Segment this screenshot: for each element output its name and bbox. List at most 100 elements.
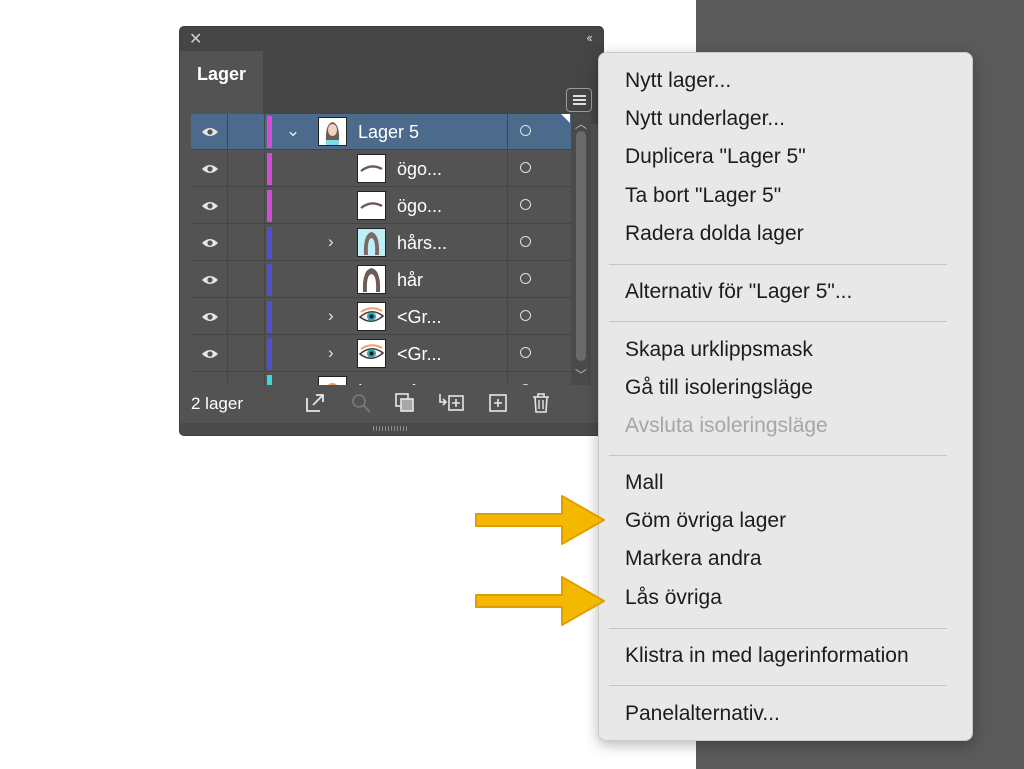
menu-item-make-clipping-mask[interactable]: Skapa urklippsmask <box>625 338 813 362</box>
export-icon[interactable] <box>304 392 326 419</box>
panel-footer: 2 lager <box>180 385 603 423</box>
eye-icon <box>201 125 219 143</box>
menu-item-lock-others[interactable]: Lås övriga <box>625 586 722 610</box>
target-circle-icon[interactable] <box>520 236 531 247</box>
selection-corner-mark <box>561 114 570 123</box>
target-cell[interactable] <box>507 262 571 298</box>
layers-panel: ✕ ‹‹ Lager ⌄ Lager 5 ögo... ögo... › hårs... h… <box>180 27 603 435</box>
layer-row[interactable]: ögo... <box>191 188 571 224</box>
menu-item-new-layer[interactable]: Nytt lager... <box>625 69 731 93</box>
menu-separator <box>609 628 947 629</box>
lock-toggle[interactable] <box>228 225 265 261</box>
clipping-mask-icon[interactable] <box>394 392 416 419</box>
collapse-icon[interactable]: ‹‹ <box>586 30 593 45</box>
layer-name[interactable]: ögo... <box>397 159 442 180</box>
target-circle-icon[interactable] <box>520 347 531 358</box>
menu-item-exit-isolation-mode: Avsluta isoleringsläge <box>625 414 828 437</box>
lock-toggle[interactable] <box>228 373 265 385</box>
new-layer-icon[interactable] <box>487 392 509 419</box>
layer-row[interactable]: ⌄ Lager 5 <box>191 114 571 150</box>
chevron-down-icon[interactable]: ﹀ <box>575 366 587 383</box>
menu-separator <box>609 455 947 456</box>
eye-icon <box>201 236 219 254</box>
menu-item-paste-remembers-layers[interactable]: Klistra in med lagerinformation <box>625 644 909 668</box>
menu-separator <box>609 264 947 265</box>
lock-toggle[interactable] <box>228 262 265 298</box>
menu-item-hide-others[interactable]: Göm övriga lager <box>625 509 786 533</box>
layer-row[interactable]: › hårs... <box>191 225 571 261</box>
menu-separator <box>609 685 947 686</box>
layer-list-scrollbar[interactable]: ︿ ﹀ <box>571 113 591 385</box>
close-icon[interactable]: ✕ <box>189 29 202 49</box>
layer-row[interactable]: › <Gr... <box>191 299 571 335</box>
menu-item-duplicate-layer[interactable]: Duplicera "Lager 5" <box>625 145 806 169</box>
visibility-toggle[interactable] <box>191 336 228 372</box>
target-circle-icon[interactable] <box>520 125 531 136</box>
visibility-toggle[interactable] <box>191 262 228 298</box>
panel-resize-grip[interactable] <box>180 423 603 435</box>
layer-name[interactable]: hårs... <box>397 233 447 254</box>
menu-item-layer-options[interactable]: Alternativ för "Lager 5"... <box>625 280 852 304</box>
target-circle-icon[interactable] <box>520 162 531 173</box>
layer-row[interactable]: › <Gr... <box>191 336 571 372</box>
layer-name[interactable]: <Gr... <box>397 307 442 328</box>
chevron-down-icon[interactable]: ⌄ <box>286 121 300 141</box>
panel-context-menu: Nytt lager... Nytt underlager... Duplicera… <box>598 52 973 741</box>
visibility-toggle[interactable] <box>191 188 228 224</box>
layer-color-bar <box>267 153 272 185</box>
target-circle-icon[interactable] <box>520 310 531 321</box>
menu-item-delete-hidden-layers[interactable]: Radera dolda lager <box>625 222 804 246</box>
menu-item-delete-layer[interactable]: Ta bort "Lager 5" <box>625 184 781 208</box>
menu-item-template[interactable]: Mall <box>625 471 664 495</box>
eye-icon <box>201 347 219 365</box>
layer-thumbnail <box>357 302 386 331</box>
visibility-toggle[interactable] <box>191 299 228 335</box>
layer-row[interactable]: ›Lager 1 <box>191 373 571 385</box>
layer-thumbnail <box>357 265 386 294</box>
lock-toggle[interactable] <box>228 114 265 150</box>
menu-item-new-sublayer[interactable]: Nytt underlager... <box>625 107 785 131</box>
layer-row[interactable]: hår <box>191 262 571 298</box>
lock-toggle[interactable] <box>228 151 265 187</box>
layer-thumbnail <box>357 228 386 257</box>
visibility-toggle[interactable] <box>191 114 228 150</box>
eye-icon <box>201 273 219 291</box>
menu-item-enter-isolation-mode[interactable]: Gå till isoleringsläge <box>625 376 813 400</box>
layer-color-bar <box>267 264 272 296</box>
panel-menu-button[interactable] <box>566 88 592 112</box>
target-cell[interactable] <box>507 151 571 187</box>
target-cell[interactable] <box>507 225 571 261</box>
lock-toggle[interactable] <box>228 299 265 335</box>
annotation-arrow-lock-others <box>475 576 605 626</box>
search-icon <box>350 392 372 419</box>
chevron-right-icon[interactable]: › <box>328 232 334 252</box>
layer-name[interactable]: ögo... <box>397 196 442 217</box>
chevron-up-icon[interactable]: ︿ <box>575 115 587 132</box>
target-cell[interactable] <box>507 373 571 385</box>
layer-thumbnail <box>318 376 347 385</box>
visibility-toggle[interactable] <box>191 151 228 187</box>
target-cell[interactable] <box>507 299 571 335</box>
chevron-right-icon[interactable]: › <box>328 306 334 326</box>
scrollbar-thumb[interactable] <box>576 131 586 361</box>
lock-toggle[interactable] <box>228 188 265 224</box>
lock-toggle[interactable] <box>228 336 265 372</box>
menu-item-select-others[interactable]: Markera andra <box>625 547 762 571</box>
visibility-toggle[interactable] <box>191 225 228 261</box>
trash-icon[interactable] <box>530 392 552 419</box>
target-cell[interactable] <box>507 336 571 372</box>
layer-row[interactable]: ögo... <box>191 151 571 187</box>
layer-count: 2 lager <box>191 394 243 413</box>
new-sublayer-icon[interactable] <box>436 392 466 419</box>
target-circle-icon[interactable] <box>520 199 531 210</box>
visibility-toggle[interactable] <box>191 373 228 385</box>
layer-name[interactable]: Lager 5 <box>358 122 419 143</box>
layer-name[interactable]: hår <box>397 270 423 291</box>
layer-name[interactable]: <Gr... <box>397 344 442 365</box>
chevron-right-icon[interactable]: › <box>328 343 334 363</box>
target-cell[interactable] <box>507 188 571 224</box>
layer-color-bar <box>267 116 272 148</box>
target-circle-icon[interactable] <box>520 273 531 284</box>
menu-item-panel-options[interactable]: Panelalternativ... <box>625 702 780 726</box>
layer-color-bar <box>267 227 272 259</box>
